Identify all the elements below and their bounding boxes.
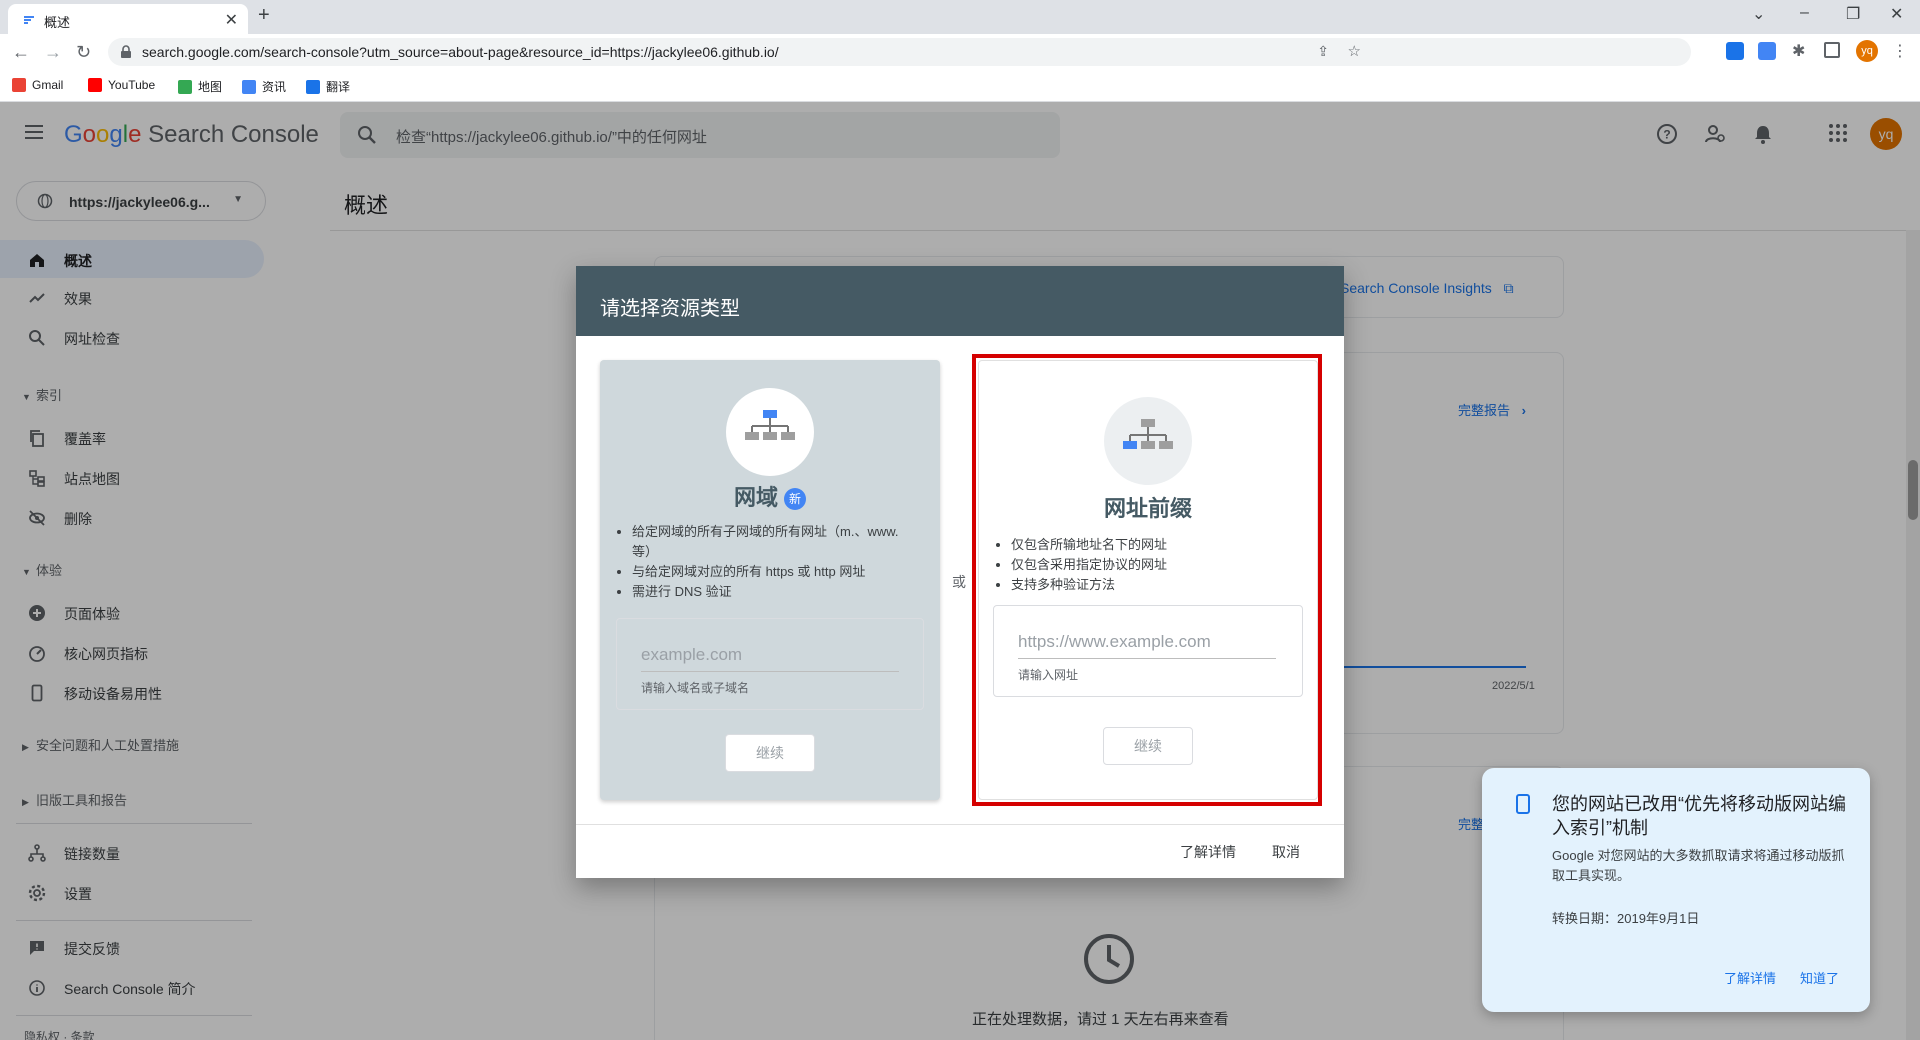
side-panel-icon[interactable] (1824, 42, 1840, 58)
dialog-header: 请选择资源类型 (576, 266, 1344, 336)
domain-continue-button[interactable]: 继续 (725, 734, 815, 772)
extensions-puzzle-icon[interactable]: ✱ (1792, 41, 1805, 61)
bookmark-youtube[interactable]: YouTube (88, 78, 155, 92)
forward-icon[interactable]: → (44, 42, 62, 63)
sitemap-icon (745, 410, 795, 440)
tab-title: 概述 (44, 15, 71, 30)
phone-icon (1516, 794, 1530, 814)
browser-tab[interactable]: 概述 ✕ (8, 4, 248, 34)
bookmark-label: 地图 (198, 80, 223, 94)
restore-icon[interactable]: ❐ (1846, 4, 1860, 24)
domain-option-title: 网域新 (600, 480, 940, 512)
maps-icon (178, 79, 192, 94)
youtube-icon (88, 78, 102, 92)
domain-option-card[interactable]: 网域新 给定网域的所有子网域的所有网址（m.、www. 等） 与给定网域对应的所… (600, 360, 940, 800)
bookmarks-bar: Gmail YouTube 地图 资讯 翻译 (0, 70, 1920, 102)
bookmark-maps[interactable]: 地图 (178, 78, 222, 95)
bookmark-label: 翻译 (326, 80, 351, 94)
domain-icon-circle (726, 388, 814, 476)
notification-date: 转换日期：2019年9月1日 (1552, 911, 1700, 926)
address-bar[interactable]: search.google.com/search-console?utm_sou… (108, 38, 1691, 66)
domain-input-help: 请输入域名或子域名 (641, 681, 750, 695)
bookmark-translate[interactable]: 翻译 (306, 78, 350, 95)
bookmark-star-icon[interactable]: ☆ (1348, 42, 1361, 60)
browser-menu-icon[interactable]: ⋮ (1892, 41, 1908, 61)
bookmark-label: 资讯 (262, 80, 287, 94)
tab-strip (0, 0, 1920, 34)
translate-extension-icon[interactable] (1758, 42, 1776, 60)
bookmark-label: Gmail (32, 78, 64, 92)
notification-body: Google 对您网站的大多数抓取请求将通过移动版抓取工具实现。 (1552, 848, 1845, 883)
notification-title: 您的网站已改用“优先将移动版网站编入索引”机制 (1552, 794, 1846, 838)
reload-icon[interactable]: ↻ (76, 42, 91, 63)
bullet-item: 给定网域的所有子网域的所有网址（m.、www. 等） (632, 522, 914, 562)
tab-close-icon[interactable]: ✕ (225, 10, 238, 30)
dialog-title: 请选择资源类型 (600, 298, 740, 320)
lock-icon (120, 45, 132, 59)
domain-input-box: example.com 请输入域名或子域名 (616, 618, 924, 710)
extension-on-icon[interactable] (1726, 42, 1744, 60)
back-icon[interactable]: ← (12, 42, 30, 63)
notification-learn-more-link[interactable]: 了解详情 (1724, 968, 1776, 987)
profile-avatar[interactable]: yq (1856, 40, 1878, 62)
new-badge: 新 (784, 488, 806, 511)
news-icon (242, 79, 256, 94)
url-text: search.google.com/search-console?utm_sou… (142, 44, 779, 60)
or-separator: 或 (952, 574, 966, 590)
translate-icon (306, 79, 320, 94)
highlight-annotation-box (972, 354, 1322, 806)
bookmark-gmail[interactable]: Gmail (12, 78, 63, 92)
bookmark-news[interactable]: 资讯 (242, 78, 286, 95)
gmail-icon (12, 78, 26, 92)
cancel-button[interactable]: 取消 (1272, 842, 1300, 862)
bullet-item: 需进行 DNS 验证 (632, 582, 914, 602)
dialog-footer-divider (576, 824, 1344, 825)
domain-input[interactable]: example.com (641, 645, 899, 672)
notification-got-it-button[interactable]: 知道了 (1800, 968, 1839, 987)
close-window-icon[interactable]: ✕ (1890, 4, 1903, 24)
domain-title-text: 网域 (733, 485, 778, 510)
new-tab-icon[interactable]: + (258, 4, 270, 27)
bullet-item: 与给定网域对应的所有 https 或 http 网址 (632, 562, 914, 582)
minimize-icon[interactable]: – (1800, 4, 1809, 22)
mobile-first-notification: 您的网站已改用“优先将移动版网站编入索引”机制 Google 对您网站的大多数抓… (1482, 768, 1870, 1012)
tab-search-icon[interactable]: ⌄ (1752, 4, 1765, 24)
learn-more-button[interactable]: 了解详情 (1180, 842, 1236, 862)
domain-bullets: 给定网域的所有子网域的所有网址（m.、www. 等） 与给定网域对应的所有 ht… (614, 522, 914, 602)
search-console-favicon-icon (22, 13, 36, 27)
share-icon[interactable]: ⇪ (1317, 43, 1329, 60)
resource-type-dialog: 请选择资源类型 网域新 给定网域的所有子网域的所有网址（m.、www. 等） 与… (576, 266, 1344, 878)
bookmark-label: YouTube (108, 78, 156, 92)
